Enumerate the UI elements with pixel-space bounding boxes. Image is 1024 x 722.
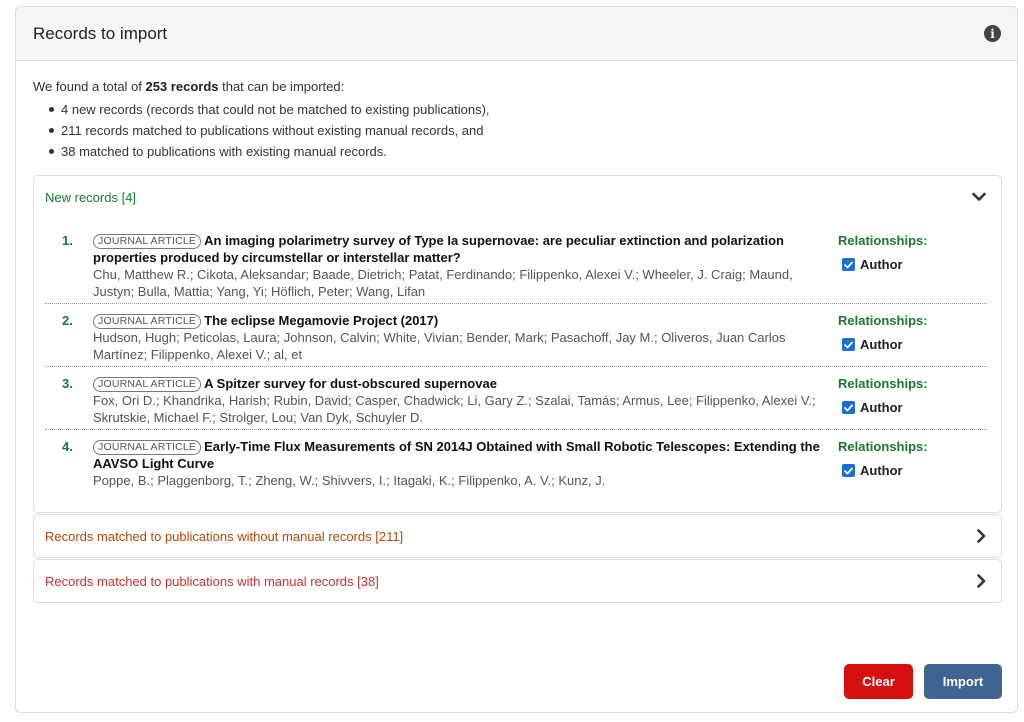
checkmark-icon — [844, 341, 853, 348]
author-checkbox-label: Author — [860, 257, 903, 272]
new-records-panel-header[interactable]: New records [4] — [34, 176, 1001, 218]
record-number: 1. — [62, 233, 73, 248]
record-relationships: Relationships: Author — [838, 232, 968, 300]
author-checkbox[interactable] — [842, 401, 855, 414]
record-type-badge: JOURNAL ARTICLE — [93, 377, 202, 392]
relationships-label: Relationships: — [838, 439, 928, 454]
card-body: We found a total of 253 records that can… — [16, 61, 1017, 603]
summary-record-count: 253 records — [145, 79, 219, 94]
summary-intro-suffix: that can be imported: — [218, 79, 345, 94]
summary-list: 4 new records (records that could not be… — [49, 99, 1002, 162]
record-type-badge: JOURNAL ARTICLE — [93, 440, 202, 455]
chevron-right-icon[interactable] — [976, 529, 986, 543]
import-button[interactable]: Import — [924, 664, 1002, 699]
clear-button[interactable]: Clear — [844, 664, 913, 699]
checkmark-icon — [844, 261, 853, 268]
author-checkbox-label: Author — [860, 400, 903, 415]
summary-item: 211 records matched to publications with… — [49, 120, 1002, 141]
record-title: The eclipse Megamovie Project (2017) — [204, 313, 439, 328]
record-title-line: JOURNAL ARTICLE The eclipse Megamovie Pro… — [93, 312, 830, 329]
summary-item: 4 new records (records that could not be… — [49, 99, 1002, 120]
author-checkbox-label: Author — [860, 337, 903, 352]
action-buttons: Clear Import — [844, 664, 1002, 699]
without-manual-records-panel: Records matched to publications without … — [33, 514, 1002, 558]
new-records-panel: New records [4] 1. JOURNAL ARTICLE An ima… — [33, 175, 1002, 513]
chevron-down-icon[interactable] — [972, 192, 986, 202]
author-checkbox-row[interactable]: Author — [838, 400, 968, 415]
record-authors: Hudson, Hugh; Peticolas, Laura; Johnson,… — [93, 330, 786, 362]
summary-intro-prefix: We found a total of — [33, 79, 146, 94]
relationships-label: Relationships: — [838, 313, 928, 328]
record-title-line: JOURNAL ARTICLE An imaging polarimetry su… — [93, 232, 830, 266]
record-authors: Chu, Matthew R.; Cikota, Aleksandar; Baa… — [93, 267, 793, 299]
info-circle-icon[interactable]: i — [984, 25, 1001, 42]
record-type-badge: JOURNAL ARTICLE — [93, 314, 202, 329]
new-records-list: 1. JOURNAL ARTICLE An imaging polarimetry… — [34, 218, 1001, 512]
with-manual-records-panel: Records matched to publications with man… — [33, 559, 1002, 603]
record-details: JOURNAL ARTICLE An imaging polarimetry su… — [93, 232, 838, 300]
record-details: JOURNAL ARTICLE The eclipse Megamovie Pro… — [93, 312, 838, 363]
record-type-badge: JOURNAL ARTICLE — [93, 234, 202, 249]
record-details: JOURNAL ARTICLE A Spitzer survey for dust… — [93, 375, 838, 426]
record-title-line: JOURNAL ARTICLE Early-Time Flux Measureme… — [93, 438, 830, 472]
without-manual-records-header[interactable]: Records matched to publications without … — [34, 515, 1001, 557]
with-manual-records-header[interactable]: Records matched to publications with man… — [34, 560, 1001, 602]
author-checkbox-label: Author — [860, 463, 903, 478]
with-manual-records-title: Records matched to publications with man… — [45, 573, 379, 589]
new-records-title: New records [4] — [45, 189, 137, 205]
record-authors: Fox, Ori D.; Khandrika, Harish; Rubin, D… — [93, 393, 816, 425]
record-title: Early-Time Flux Measurements of SN 2014J… — [93, 439, 820, 471]
record-item: 1. JOURNAL ARTICLE An imaging polarimetry… — [45, 224, 987, 304]
relationships-label: Relationships: — [838, 233, 928, 248]
checkmark-icon — [844, 404, 853, 411]
record-number: 4. — [62, 439, 73, 454]
checkmark-icon — [844, 467, 853, 474]
card-header: Records to import i — [16, 7, 1017, 61]
author-checkbox-row[interactable]: Author — [838, 337, 968, 352]
record-relationships: Relationships: Author — [838, 375, 968, 426]
chevron-right-icon[interactable] — [976, 574, 986, 588]
import-summary: We found a total of 253 records that can… — [33, 78, 1002, 162]
page-title: Records to import — [33, 23, 168, 43]
records-to-import-card: Records to import i We found a total of … — [15, 6, 1018, 713]
record-authors: Poppe, B.; Plaggenborg, T.; Zheng, W.; S… — [93, 473, 606, 488]
record-number: 2. — [62, 313, 73, 328]
record-item: 4. JOURNAL ARTICLE Early-Time Flux Measur… — [45, 430, 987, 492]
record-relationships: Relationships: Author — [838, 438, 968, 489]
relationships-label: Relationships: — [838, 376, 928, 391]
author-checkbox-row[interactable]: Author — [838, 463, 968, 478]
summary-item: 38 matched to publications with existing… — [49, 141, 1002, 162]
record-item: 2. JOURNAL ARTICLE The eclipse Megamovie … — [45, 304, 987, 367]
without-manual-records-title: Records matched to publications without … — [45, 528, 404, 544]
author-checkbox[interactable] — [842, 338, 855, 351]
record-relationships: Relationships: Author — [838, 312, 968, 363]
author-checkbox-row[interactable]: Author — [838, 257, 968, 272]
author-checkbox[interactable] — [842, 258, 855, 271]
record-number: 3. — [62, 376, 73, 391]
record-title-line: JOURNAL ARTICLE A Spitzer survey for dust… — [93, 375, 830, 392]
author-checkbox[interactable] — [842, 464, 855, 477]
record-item: 3. JOURNAL ARTICLE A Spitzer survey for d… — [45, 367, 987, 430]
record-details: JOURNAL ARTICLE Early-Time Flux Measureme… — [93, 438, 838, 489]
summary-intro: We found a total of 253 records that can… — [33, 78, 1002, 96]
record-title: A Spitzer survey for dust-obscured super… — [204, 376, 497, 391]
